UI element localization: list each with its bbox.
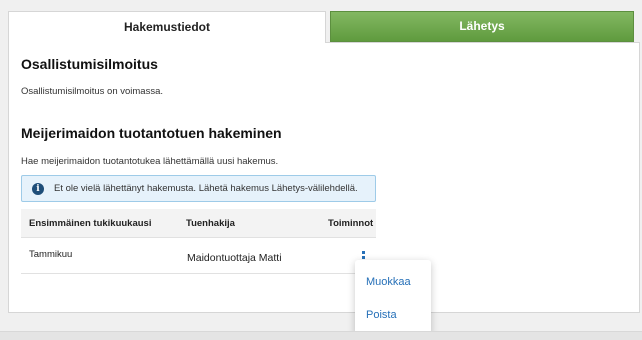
section-text-osallistumisilmoitus: Osallistumisilmoitus on voimassa. — [21, 86, 164, 97]
section-title-osallistumisilmoitus: Osallistumisilmoitus — [21, 56, 158, 72]
tab-lahetys[interactable]: Lähetys — [330, 11, 634, 42]
info-icon: i — [32, 183, 44, 195]
table-row: Tammikuu Maidontuottaja Matti — [21, 238, 376, 274]
menu-item-poista[interactable]: Poista — [366, 309, 397, 321]
cell-month: Tammikuu — [29, 249, 73, 260]
column-header-actions: Toiminnot — [328, 218, 374, 229]
column-header-month: Ensimmäinen tukikuukausi — [29, 218, 152, 229]
row-actions-menu: Muokkaa Poista — [355, 260, 431, 335]
section-title-tuotantotuki: Meijerimaidon tuotantotuen hakeminen — [21, 125, 282, 141]
tab-bar: Hakemustiedot Lähetys — [0, 0, 642, 44]
menu-item-muokkaa[interactable]: Muokkaa — [366, 276, 411, 288]
tab-hakemustiedot[interactable]: Hakemustiedot — [8, 11, 326, 44]
table-header: Ensimmäinen tukikuukausi Tuenhakija Toim… — [21, 209, 376, 238]
notice-text: Et ole vielä lähettänyt hakemusta. Lähet… — [54, 183, 358, 194]
cell-applicant: Maidontuottaja Matti — [187, 252, 282, 264]
info-notice: i Et ole vielä lähettänyt hakemusta. Läh… — [21, 175, 376, 202]
applications-table: Ensimmäinen tukikuukausi Tuenhakija Toim… — [21, 209, 376, 274]
page-footer-strip — [0, 331, 642, 340]
column-header-applicant: Tuenhakija — [186, 218, 235, 229]
section-text-tuotantotuki: Hae meijerimaidon tuotantotukea lähettäm… — [21, 156, 279, 167]
